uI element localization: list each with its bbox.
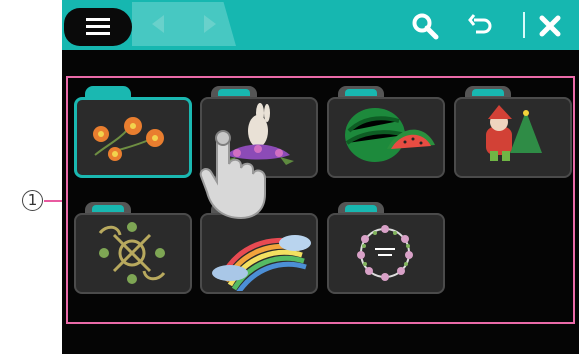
folder-body (327, 97, 445, 178)
folder-body (74, 213, 192, 294)
ornament-design-icon (98, 222, 166, 284)
folder-santa[interactable] (454, 86, 572, 178)
pointing-hand-icon (199, 130, 266, 220)
magnifier-icon[interactable] (411, 12, 439, 40)
rainbow-design-icon (212, 235, 311, 291)
hamburger-menu-icon (86, 18, 110, 35)
folder-grid (66, 76, 575, 324)
folder-body (74, 97, 192, 178)
menu-button[interactable] (64, 8, 132, 46)
navigation-arrows (132, 2, 236, 46)
wreath-design-icon (357, 225, 413, 281)
callout-number: 1 (22, 190, 43, 211)
close-icon[interactable] (536, 12, 564, 40)
folder-body (454, 97, 572, 178)
folder-ornament[interactable] (74, 202, 192, 294)
folder-body (327, 213, 445, 294)
undo-icon[interactable] (467, 12, 495, 40)
toolbar-separator (523, 12, 525, 38)
folder-body (200, 213, 318, 294)
folder-flowers[interactable] (74, 86, 192, 178)
chevron-right-icon[interactable] (204, 15, 216, 33)
flowers-design-icon (93, 117, 164, 161)
toolbar (62, 0, 579, 50)
watermelon-design-icon (345, 108, 435, 162)
folder-wreath[interactable] (327, 202, 445, 294)
chevron-left-icon[interactable] (152, 15, 164, 33)
santa-design-icon (486, 105, 542, 161)
device-screen (62, 0, 579, 354)
folder-watermelon[interactable] (327, 86, 445, 178)
